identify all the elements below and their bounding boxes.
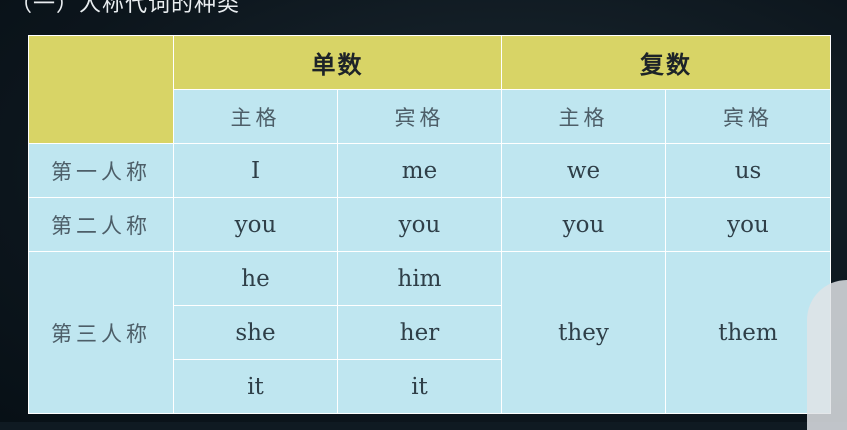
- group-header-singular: 单数: [173, 35, 502, 90]
- subheader-plural-object: 宾格: [665, 89, 831, 144]
- table-cell: I: [173, 143, 338, 198]
- subheader-singular-object: 宾格: [337, 89, 502, 144]
- table-cell: us: [665, 143, 831, 198]
- subheader-singular-subject: 主格: [173, 89, 338, 144]
- pronoun-table: 单数 复数 主格 宾格 主格 宾格 第一人称 I me we us 第二人称 y…: [28, 35, 831, 414]
- slide-heading: （一）人称代词的种类: [10, 0, 241, 17]
- pronoun-table-wrapper: 单数 复数 主格 宾格 主格 宾格 第一人称 I me we us 第二人称 y…: [28, 35, 831, 414]
- table-cell: you: [665, 197, 831, 252]
- corner-cell: [28, 35, 174, 144]
- row-label-second-person: 第二人称: [28, 197, 174, 252]
- slide: （一）人称代词的种类 单数 复数 主格 宾格 主格 宾格 第一人称 I me w…: [0, 0, 847, 430]
- table-cell: her: [337, 305, 502, 360]
- group-header-plural: 复数: [501, 35, 831, 90]
- table-cell: we: [501, 143, 666, 198]
- presenter-silhouette: [807, 280, 847, 430]
- row-label-first-person: 第一人称: [28, 143, 174, 198]
- table-cell: you: [337, 197, 502, 252]
- table-cell: you: [173, 197, 338, 252]
- table-cell: they: [501, 251, 666, 414]
- subheader-plural-subject: 主格: [501, 89, 666, 144]
- table-cell: he: [173, 251, 338, 306]
- table-cell: me: [337, 143, 502, 198]
- row-label-third-person: 第三人称: [28, 251, 174, 414]
- table-cell: you: [501, 197, 666, 252]
- table-cell: she: [173, 305, 338, 360]
- table-cell: him: [337, 251, 502, 306]
- table-cell: them: [665, 251, 831, 414]
- table-cell: it: [173, 359, 338, 414]
- table-cell: it: [337, 359, 502, 414]
